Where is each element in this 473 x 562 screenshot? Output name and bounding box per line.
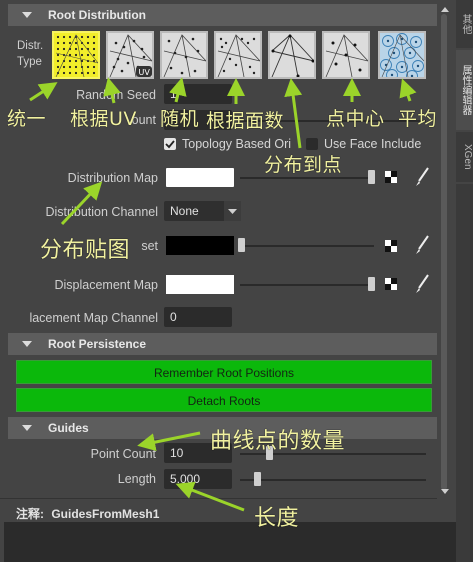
length-slider-track[interactable] xyxy=(240,479,426,481)
distribution-map-swatch[interactable] xyxy=(166,168,234,187)
remember-root-positions-button[interactable]: Remember Root Positions xyxy=(16,360,432,384)
distr-type-face-area-button[interactable] xyxy=(214,31,262,79)
uv-distribution-icon: UV xyxy=(109,34,152,77)
distr-type-vertex-button[interactable] xyxy=(268,31,316,79)
use-face-include-checkbox[interactable] xyxy=(306,138,318,150)
vertical-scrollbar[interactable] xyxy=(441,14,447,490)
distr-type-uv-button[interactable]: UV xyxy=(106,31,154,79)
section-title: Root Distribution xyxy=(48,8,146,22)
svg-text:UV: UV xyxy=(139,68,151,77)
map-button-icon[interactable] xyxy=(385,171,397,186)
scroll-up-arrow-icon[interactable] xyxy=(441,2,449,16)
face-area-distribution-icon xyxy=(217,34,260,77)
topology-based-checkbox[interactable] xyxy=(164,138,176,150)
distr-label-line1: Distr. xyxy=(17,40,44,52)
annotation-random: 随机 xyxy=(160,108,200,130)
expand-triangle-icon xyxy=(22,425,32,431)
distr-type-face-center-button[interactable] xyxy=(322,31,370,79)
annotation-point-center: 点中心 xyxy=(326,108,385,130)
footer-divider xyxy=(0,498,437,499)
displacement-map-channel-label: lacement Map Channel xyxy=(29,311,158,325)
tab-other[interactable]: 其他 xyxy=(456,0,473,48)
annotation-to-points: 分布到点 xyxy=(264,154,343,176)
displacement-map-swatch[interactable] xyxy=(166,275,234,294)
uniform-grid-icon xyxy=(55,34,98,77)
distribution-channel-dropdown[interactable]: None xyxy=(164,201,241,221)
note-value: GuidesFromMesh1 xyxy=(51,507,160,521)
annotation-by-uv: 根据UV xyxy=(70,108,137,130)
displacement-map-button-icon[interactable] xyxy=(385,278,397,293)
distribution-map-slider-handle[interactable] xyxy=(368,170,375,184)
length-slider-handle[interactable] xyxy=(254,472,261,486)
right-tab-bar-fill xyxy=(456,184,473,562)
length-label: Length xyxy=(117,472,156,486)
vertex-distribution-icon xyxy=(271,34,314,77)
displacement-map-slider-handle[interactable] xyxy=(368,277,375,291)
annotation-distribution-map: 分布贴图 xyxy=(40,238,131,263)
displacement-map-slider-track[interactable] xyxy=(240,284,374,286)
annotation-curve-point-count: 曲线点的数量 xyxy=(210,429,346,454)
length-field[interactable]: 5.000 xyxy=(164,469,232,489)
expand-triangle-icon xyxy=(22,12,32,18)
random-seed-label: Random Seed xyxy=(76,88,156,102)
distribution-map-label: Distribution Map xyxy=(67,171,158,185)
offset-slider-track[interactable] xyxy=(240,245,374,247)
distr-type-even-button[interactable] xyxy=(378,31,426,79)
distr-type-random-button[interactable] xyxy=(160,31,208,79)
distribution-channel-label: Distribution Channel xyxy=(45,205,158,219)
checkmark-icon xyxy=(165,140,175,149)
topology-based-label: Topology Based Ori xyxy=(182,137,292,151)
displacement-map-channel-field[interactable]: 0 xyxy=(164,307,232,327)
note-row: 注释: GuidesFromMesh1 xyxy=(16,505,159,522)
random-distribution-icon xyxy=(163,34,206,77)
expand-triangle-icon xyxy=(22,341,32,347)
point-count-label: Point Count xyxy=(90,447,156,461)
random-seed-field[interactable]: 1 xyxy=(164,84,232,104)
offset-swatch[interactable] xyxy=(166,236,234,255)
annotation-by-face-count: 根据面数 xyxy=(206,110,285,132)
distribution-map-slider-track[interactable] xyxy=(240,177,374,179)
note-textarea[interactable] xyxy=(4,522,456,562)
annotation-uniform: 统一 xyxy=(7,108,47,130)
scroll-down-arrow-icon[interactable] xyxy=(441,484,449,498)
distr-type-uniform-button[interactable] xyxy=(52,31,100,79)
displacement-paint-brush-icon[interactable] xyxy=(414,274,430,297)
distr-type-label: Distr. Type xyxy=(17,38,43,70)
paint-brush-icon[interactable] xyxy=(414,167,430,190)
annotation-average: 平均 xyxy=(398,108,438,130)
attribute-editor-panel: Root Distribution Distr. Type UV Random … xyxy=(0,0,456,562)
displacement-map-label: Displacement Map xyxy=(54,278,158,292)
annotation-length: 长度 xyxy=(254,506,300,531)
section-title: Guides xyxy=(48,421,89,435)
detach-roots-button[interactable]: Detach Roots xyxy=(16,388,432,412)
tab-xgen[interactable]: XGen xyxy=(456,132,473,182)
use-face-include-label: Use Face Include xyxy=(324,137,422,151)
offset-map-button-icon[interactable] xyxy=(385,240,397,255)
face-center-distribution-icon xyxy=(325,34,368,77)
tab-attribute-editor[interactable]: 属性编辑器 xyxy=(456,50,473,130)
even-distribution-icon xyxy=(380,33,424,77)
chevron-down-icon xyxy=(224,201,241,221)
offset-slider-handle[interactable] xyxy=(238,238,245,252)
section-title: Root Persistence xyxy=(48,337,147,351)
note-label: 注释: xyxy=(16,507,44,521)
section-root-distribution[interactable]: Root Distribution xyxy=(8,4,437,26)
section-root-persistence[interactable]: Root Persistence xyxy=(8,333,437,355)
distr-label-line2: Type xyxy=(17,56,42,68)
offset-paint-brush-icon[interactable] xyxy=(414,235,430,258)
